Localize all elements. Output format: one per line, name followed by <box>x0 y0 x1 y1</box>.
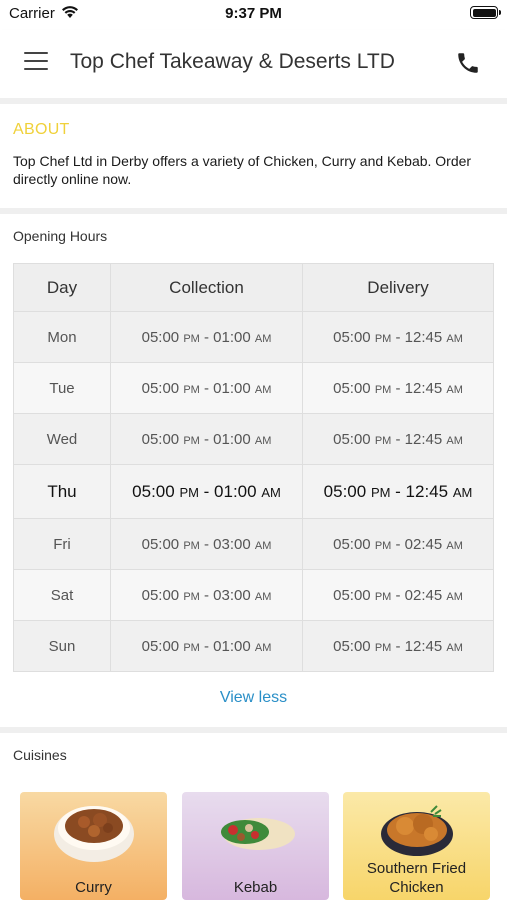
kebab-wrap-image <box>220 818 295 850</box>
battery-icon <box>470 6 501 19</box>
section-divider <box>0 98 507 104</box>
day-cell: Fri <box>13 518 111 570</box>
hamburger-menu-icon[interactable] <box>24 52 48 72</box>
table-row: Fri 05:00 PM - 03:00 AM 05:00 PM - 02:45… <box>13 518 494 570</box>
day-cell: Mon <box>13 311 111 363</box>
cuisine-label: Curry <box>75 879 112 896</box>
delivery-hours-cell: 05:00 PM - 02:45 AM <box>302 518 494 570</box>
cuisine-card-curry[interactable]: Curry <box>20 792 167 900</box>
header-day: Day <box>13 263 111 312</box>
cuisine-label: Kebab <box>233 879 278 896</box>
section-divider <box>0 208 507 214</box>
header-delivery: Delivery <box>302 263 494 312</box>
page-title: Top Chef Takeaway & Deserts LTD <box>70 50 395 73</box>
table-row-today: Thu 05:00 PM - 01:00 AM 05:00 PM - 12:45… <box>13 464 494 519</box>
cuisines-heading: Cuisines <box>13 747 67 763</box>
table-row: Wed 05:00 PM - 01:00 AM 05:00 PM - 12:45… <box>13 413 494 465</box>
table-row: Tue 05:00 PM - 01:00 AM 05:00 PM - 12:45… <box>13 362 494 414</box>
delivery-hours-cell: 05:00 PM - 12:45 AM <box>302 620 494 672</box>
delivery-hours-cell: 05:00 PM - 12:45 AM <box>302 464 494 519</box>
header-collection: Collection <box>110 263 303 312</box>
cuisine-card-kebab[interactable]: Kebab <box>182 792 329 900</box>
nav-bar: Top Chef Takeaway & Deserts LTD <box>0 30 507 98</box>
section-divider <box>0 727 507 733</box>
delivery-hours-cell: 05:00 PM - 12:45 AM <box>302 362 494 414</box>
delivery-hours-cell: 05:00 PM - 12:45 AM <box>302 413 494 465</box>
about-heading: ABOUT <box>13 121 70 138</box>
collection-hours-cell: 05:00 PM - 01:00 AM <box>110 362 303 414</box>
collection-hours-cell: 05:00 PM - 03:00 AM <box>110 518 303 570</box>
collection-hours-cell: 05:00 PM - 01:00 AM <box>110 413 303 465</box>
table-row: Sat 05:00 PM - 03:00 AM 05:00 PM - 02:45… <box>13 569 494 621</box>
collection-hours-cell: 05:00 PM - 01:00 AM <box>110 311 303 363</box>
day-cell: Tue <box>13 362 111 414</box>
clock-time: 9:37 PM <box>225 5 282 22</box>
curry-bowl-image <box>53 806 134 862</box>
about-description: Top Chef Ltd in Derby offers a variety o… <box>13 153 472 187</box>
day-cell: Wed <box>13 413 111 465</box>
view-less-link[interactable]: View less <box>0 689 507 707</box>
status-bar: Carrier 9:37 PM <box>0 0 507 30</box>
cuisine-card-southern-fried-chicken[interactable]: Southern Fried Chicken <box>343 792 490 900</box>
day-cell: Sun <box>13 620 111 672</box>
phone-icon[interactable] <box>455 50 481 76</box>
table-row: Mon 05:00 PM - 01:00 AM 05:00 PM - 12:45… <box>13 311 494 363</box>
opening-hours-heading: Opening Hours <box>13 228 108 244</box>
table-row: Sun 05:00 PM - 01:00 AM 05:00 PM - 12:45… <box>13 620 494 672</box>
opening-hours-table: Day Collection Delivery Mon 05:00 PM - 0… <box>13 263 494 672</box>
delivery-hours-cell: 05:00 PM - 02:45 AM <box>302 569 494 621</box>
cuisine-label: Southern Fried Chicken <box>366 860 467 896</box>
delivery-hours-cell: 05:00 PM - 12:45 AM <box>302 311 494 363</box>
table-header-row: Day Collection Delivery <box>13 263 494 312</box>
collection-hours-cell: 05:00 PM - 03:00 AM <box>110 569 303 621</box>
collection-hours-cell: 05:00 PM - 01:00 AM <box>110 620 303 672</box>
day-cell: Thu <box>13 464 111 519</box>
day-cell: Sat <box>13 569 111 621</box>
collection-hours-cell: 05:00 PM - 01:00 AM <box>110 464 303 519</box>
fried-chicken-plate-image <box>380 805 453 856</box>
